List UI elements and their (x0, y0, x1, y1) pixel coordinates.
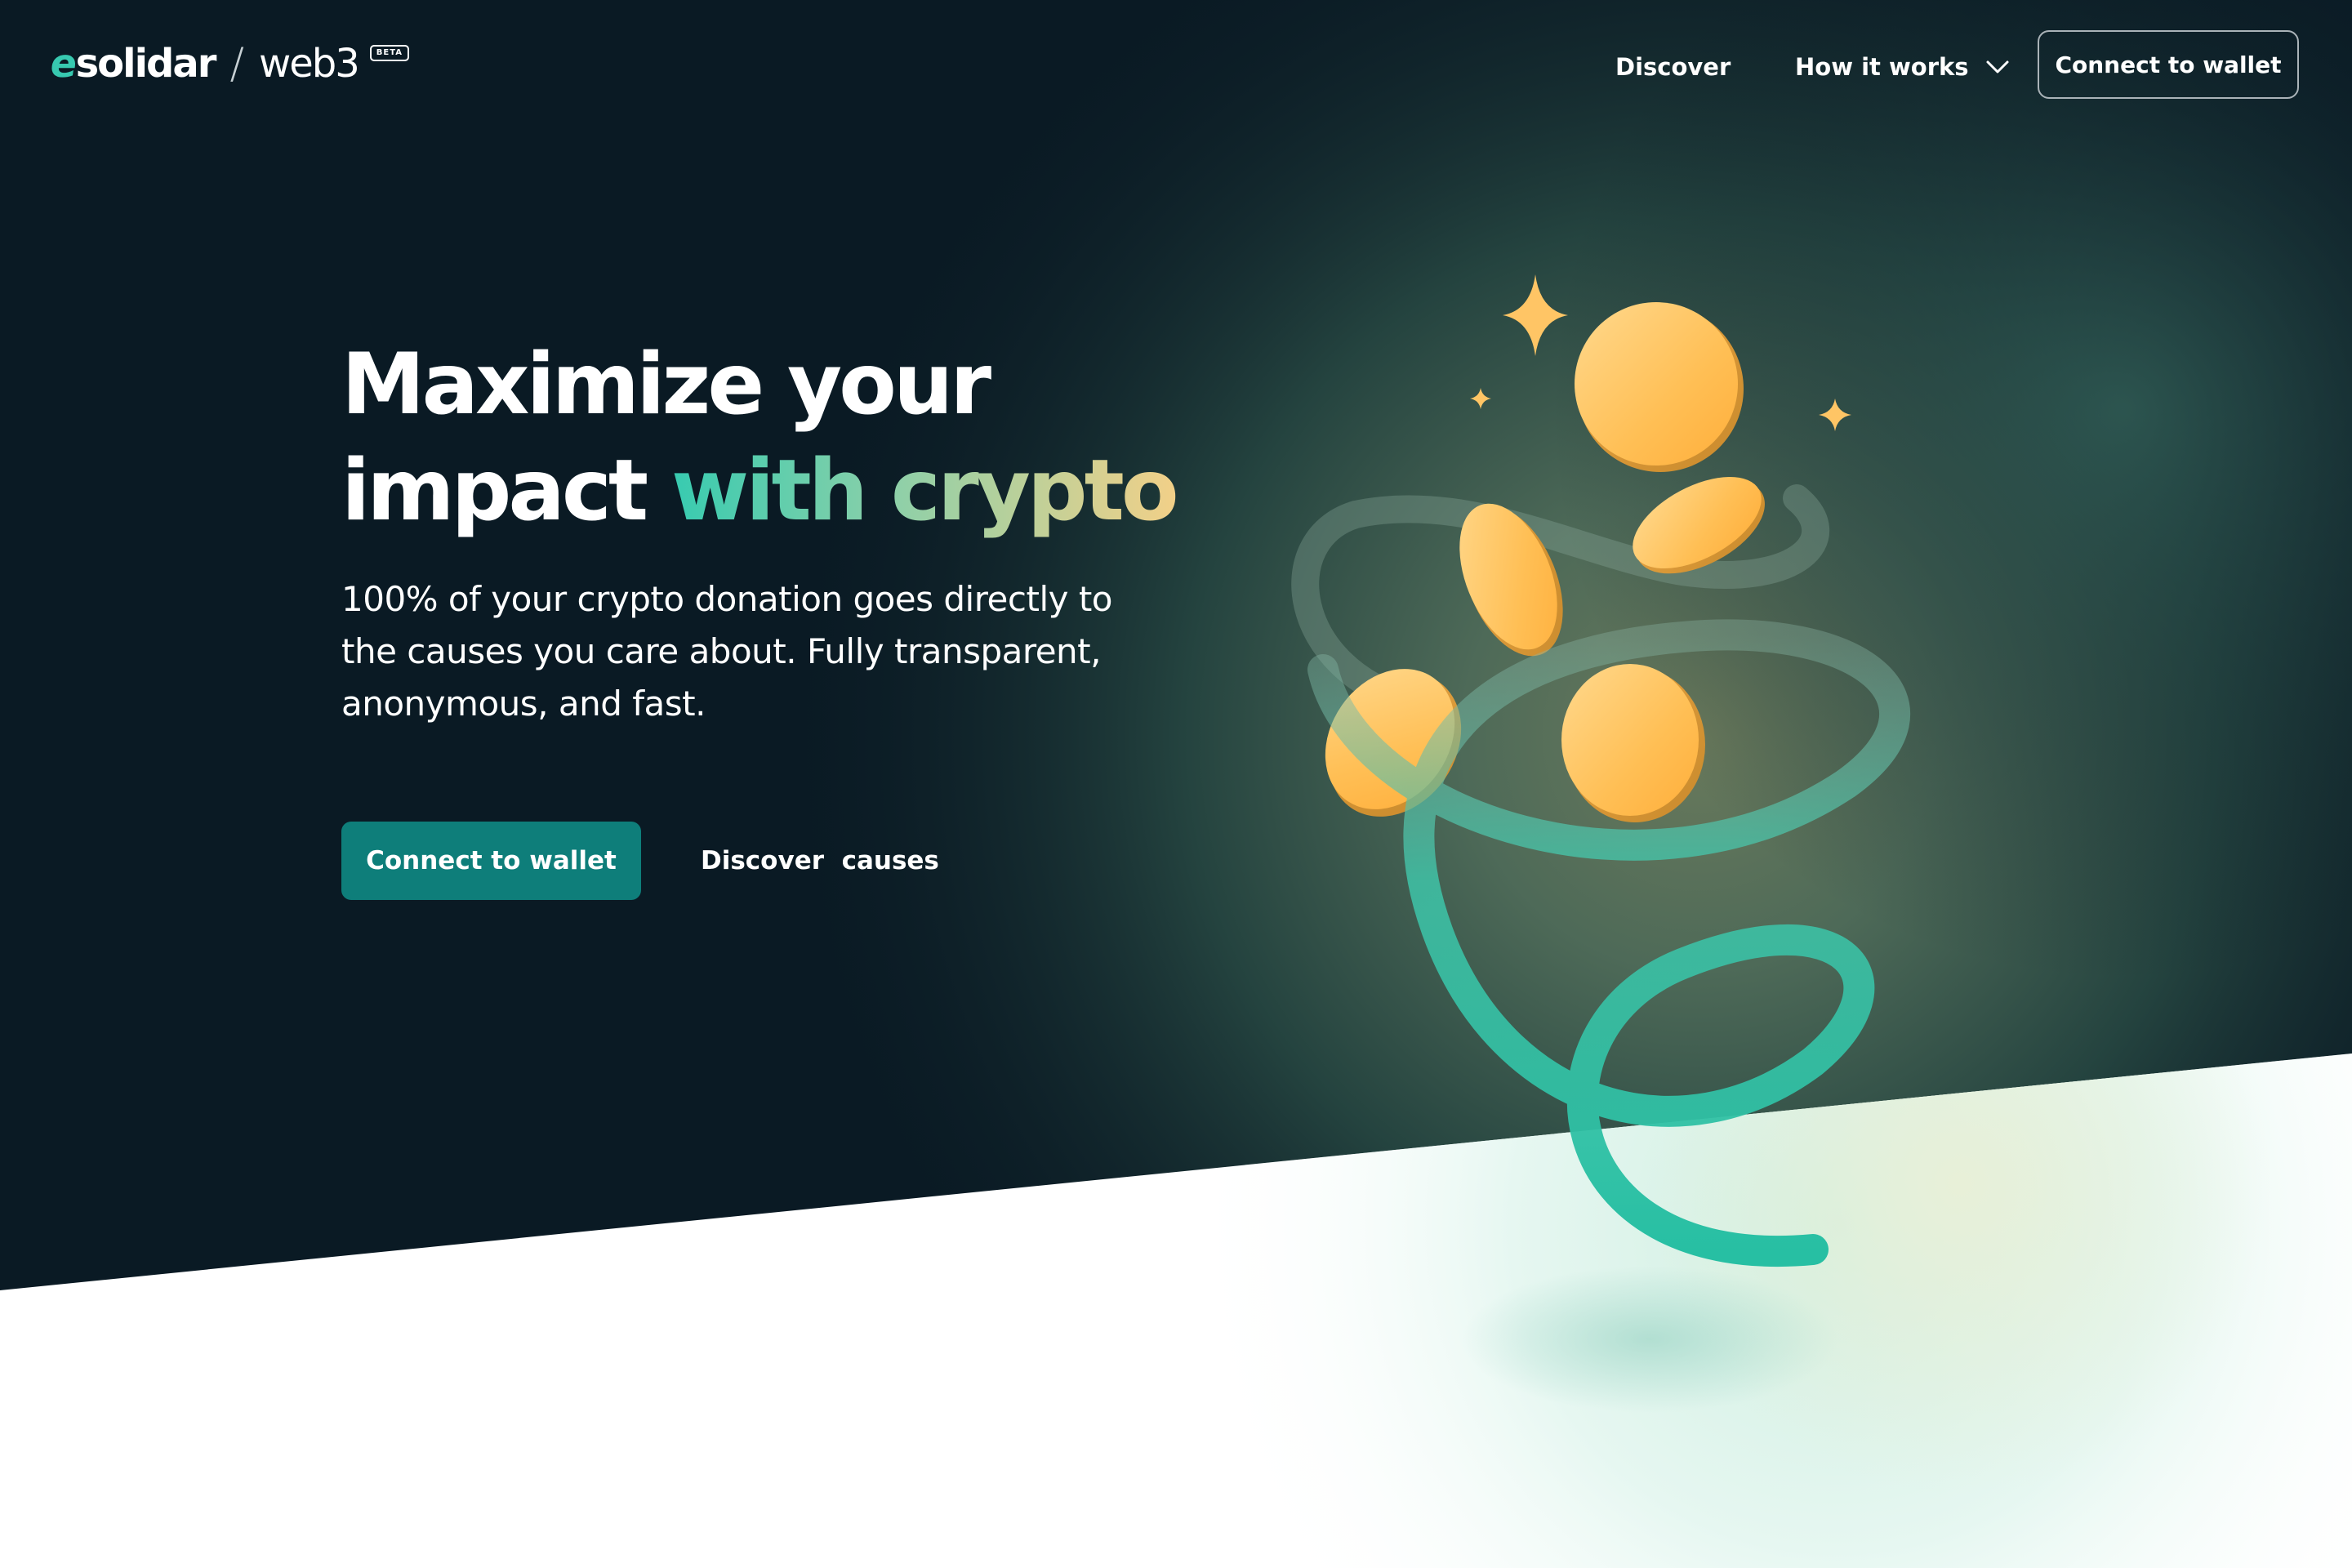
coin-icon (1561, 664, 1705, 822)
hero-title-line2: impact (341, 442, 672, 540)
ribbon-shadow (1462, 1266, 1838, 1413)
nav-discover-link[interactable]: Discover (1615, 46, 1731, 88)
sparkle-icon (1470, 388, 1491, 409)
hero-connect-wallet-button[interactable]: Connect to wallet (341, 822, 641, 900)
coin-icon (1575, 302, 1744, 472)
landing-page: e solidar / web3 BETA Discover How it wo… (0, 0, 2352, 1568)
sparkle-icon (1819, 399, 1851, 431)
hero-background (0, 0, 2352, 1568)
logo-separator: / (229, 39, 244, 88)
hero-title-line1: Maximize your (341, 336, 991, 434)
discover-causes-link[interactable]: Discover causes (701, 822, 939, 900)
brand-logo[interactable]: e solidar / web3 BETA (47, 38, 410, 90)
logo-brand-name: solidar (75, 41, 217, 87)
nav-how-it-works-dropdown[interactable]: How it works (1795, 46, 2010, 88)
nav-how-it-works-label: How it works (1795, 53, 1969, 81)
hero-title-accent: with crypto (671, 442, 1179, 540)
crypto-illustration (1291, 274, 1911, 1413)
logo-product-name: web3 (258, 41, 360, 87)
sparkle-icon (1503, 274, 1568, 356)
beta-badge: BETA (369, 45, 410, 61)
hero-title: Maximize your impact with crypto (341, 332, 1207, 544)
hero-subtitle: 100% of your crypto donation goes direct… (341, 579, 1113, 724)
logo-mark: e (47, 41, 79, 87)
chevron-down-icon (1986, 60, 2009, 74)
site-header: e solidar / web3 BETA Discover How it wo… (0, 0, 2352, 131)
header-connect-wallet-button[interactable]: Connect to wallet (2038, 30, 2299, 99)
